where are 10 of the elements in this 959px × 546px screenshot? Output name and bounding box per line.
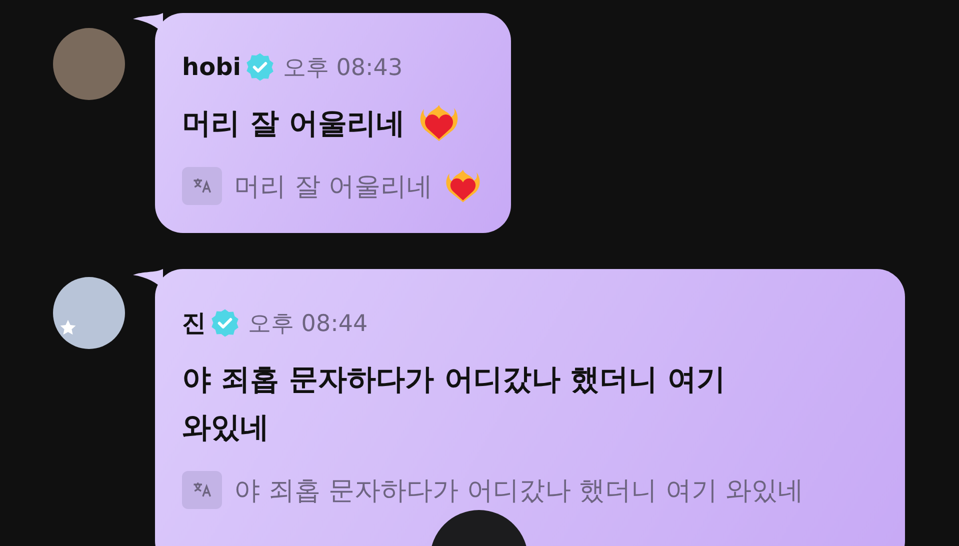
translate-icon[interactable] (182, 167, 222, 205)
translate-icon[interactable] (182, 471, 222, 509)
translated-text: 야 죄홉 문자하다가 어디갔나 했더니 여기 와있네 (234, 474, 804, 508)
sender-name: 진 (182, 308, 206, 339)
translated-text: 머리 잘 어울리네 (234, 170, 433, 204)
sender-name: hobi (182, 53, 241, 81)
message-time: 오후 08:43 (282, 54, 403, 82)
message-time: 오후 08:44 (248, 310, 368, 338)
message-text: 머리 잘 어울리네 (182, 105, 406, 142)
message-text: 야 죄홉 문자하다가 어디갔나 했더니 여기 와있네 (182, 361, 726, 446)
